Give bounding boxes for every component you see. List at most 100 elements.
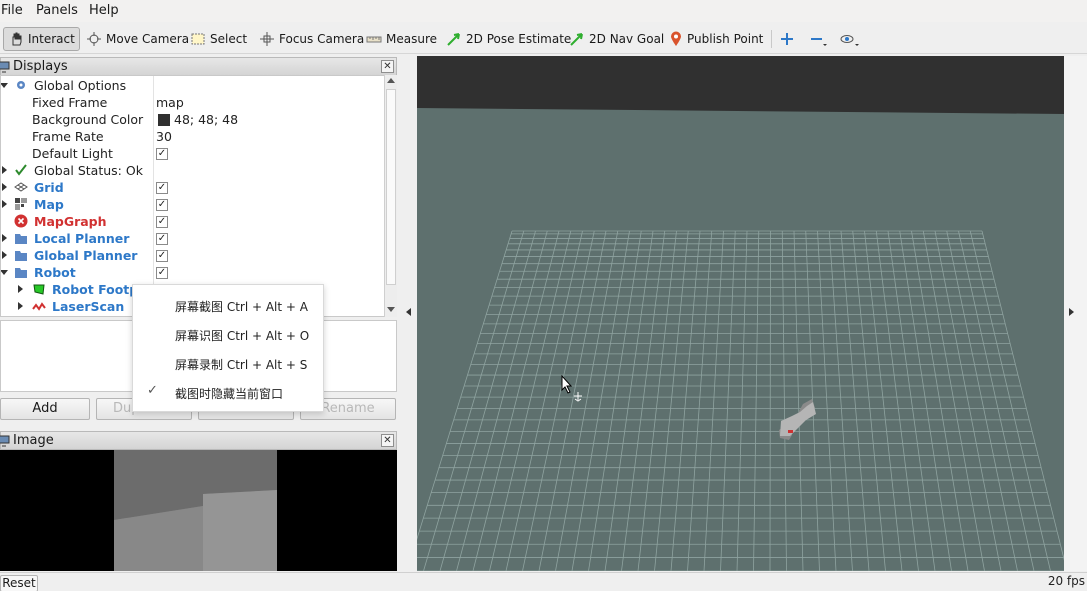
tree-row-global-planner[interactable]: Global Planner ✓ [1,247,385,264]
displays-scrollbar[interactable] [384,75,397,317]
nav-goal-arrow-icon [570,33,583,46]
checkmark-icon [15,164,27,176]
checkmark-icon: ✓ [147,383,158,398]
displays-panel-header: Displays ✕ [0,57,397,76]
pose-estimate-tool-button[interactable]: 2D Pose Estimate [446,27,571,51]
select-tool-button[interactable]: Select [190,27,247,51]
tree-row-local-planner[interactable]: Local Planner ✓ [1,230,385,247]
focus-camera-tool-button[interactable]: Focus Camera [259,27,364,51]
add-button[interactable]: Add [0,398,90,420]
map-icon [15,198,27,210]
background-color-value[interactable]: 48; 48; 48 [174,112,238,127]
row-label: LaserScan [52,299,125,314]
expand-arrow-icon[interactable] [18,285,23,293]
error-icon [14,214,28,228]
expand-arrow-icon[interactable] [18,302,23,310]
tree-row-background-color[interactable]: Background Color 48; 48; 48 [1,111,385,128]
plus-icon [781,33,793,45]
expand-arrow-icon[interactable] [2,166,7,174]
map-checkbox[interactable]: ✓ [156,199,168,211]
row-label: Global Planner [34,248,138,263]
menu-file[interactable]: File [1,3,23,18]
focus-camera-label: Focus Camera [279,32,365,46]
expand-arrow-icon[interactable] [1,83,8,88]
folder-icon [15,251,27,261]
scroll-down-icon[interactable] [387,307,395,312]
toolbar: Interact Move Camera Select Focus Camera… [0,22,1087,54]
publish-point-tool-button[interactable]: Publish Point [669,27,763,51]
fps-readout: 20 fps [1047,574,1085,588]
default-light-checkbox[interactable]: ✓ [156,148,168,160]
global-planner-checkbox[interactable]: ✓ [156,250,168,262]
menu-item-screenshot[interactable]: 屏幕截图 Ctrl + Alt + A [175,298,308,315]
remove-tool-button[interactable] [810,27,832,51]
gear-icon [17,81,25,89]
polygon-icon [33,284,45,295]
tree-row-default-light[interactable]: Default Light ✓ [1,145,385,162]
nav-goal-tool-button[interactable]: 2D Nav Goal [569,27,664,51]
eye-icon [840,35,859,46]
3d-viewport[interactable] [417,56,1064,571]
row-label: Local Planner [34,231,130,246]
reset-button[interactable]: Reset [0,575,38,591]
grid-icon [14,182,28,192]
close-image-icon[interactable]: ✕ [381,434,394,447]
row-label: Map [34,197,64,212]
displays-title: Displays [13,59,68,74]
add-tool-button[interactable] [780,27,798,51]
menu-item-screen-record[interactable]: 屏幕录制 Ctrl + Alt + S [175,356,307,373]
color-swatch[interactable] [158,114,170,126]
menu-item-screen-ocr[interactable]: 屏幕识图 Ctrl + Alt + O [175,327,309,344]
local-planner-checkbox[interactable]: ✓ [156,233,168,245]
tree-row-grid[interactable]: Grid ✓ [1,179,385,196]
status-bar: Reset 20 fps [0,572,1087,591]
close-displays-icon[interactable]: ✕ [381,60,394,73]
toolbar-separator [771,30,772,48]
move-camera-label: Move Camera [106,32,190,46]
tree-row-frame-rate[interactable]: Frame Rate 30 [1,128,385,145]
grid-checkbox[interactable]: ✓ [156,182,168,194]
tree-row-mapgraph[interactable]: MapGraph ✓ [1,213,385,230]
3d-scene [417,56,1064,571]
select-label: Select [210,32,248,46]
expand-arrow-icon[interactable] [2,234,7,242]
publish-point-label: Publish Point [687,32,764,46]
minus-icon [811,38,827,46]
menu-help[interactable]: Help [89,3,119,18]
tree-row-robot[interactable]: Robot ✓ [1,264,385,281]
image-panel-header: Image ✕ [0,431,397,450]
panel-splitter[interactable] [398,56,417,571]
collapse-arrow-icon[interactable] [1,270,8,275]
background-band [417,56,1064,114]
expand-right-icon[interactable] [1069,308,1074,316]
select-icon [191,33,205,45]
expand-arrow-icon[interactable] [2,183,7,191]
move-camera-tool-button[interactable]: Move Camera [86,27,189,51]
frame-rate-value[interactable]: 30 [156,129,172,144]
tree-row-map[interactable]: Map ✓ [1,196,385,213]
menu-item-hide-window[interactable]: 截图时隐藏当前窗口 [175,385,283,402]
collapse-left-icon[interactable] [406,308,411,316]
interact-tool-button[interactable]: Interact [3,27,80,51]
row-label: Frame Rate [32,129,104,144]
right-dock-strip[interactable] [1064,56,1087,571]
expand-arrow-icon[interactable] [2,200,7,208]
tree-row-fixed-frame[interactable]: Fixed Frame map [1,94,385,111]
mapgraph-checkbox[interactable]: ✓ [156,216,168,228]
tree-row-global-status[interactable]: Global Status: Ok [1,162,385,179]
tree-row-global-options[interactable]: Global Options [1,77,385,94]
menu-panels[interactable]: Panels [36,3,78,18]
image-title: Image [13,433,54,448]
laser-scan-icon [32,302,46,311]
view-tool-button[interactable] [840,27,864,51]
measure-label: Measure [386,32,437,46]
row-label: MapGraph [34,214,107,229]
scrollbar-thumb[interactable] [386,89,396,285]
row-label: Global Status: Ok [34,163,143,178]
robot-checkbox[interactable]: ✓ [156,267,168,279]
fixed-frame-value[interactable]: map [156,95,184,110]
scroll-up-icon[interactable] [387,78,395,83]
expand-arrow-icon[interactable] [2,251,7,259]
measure-tool-button[interactable]: Measure [366,27,437,51]
map-pin-icon [671,31,681,46]
